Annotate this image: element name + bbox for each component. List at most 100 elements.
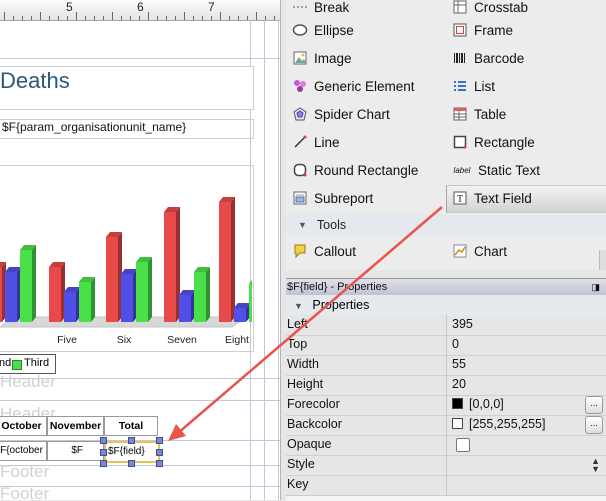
property-value[interactable]: [0,0,0] [452,397,504,411]
horizontal-ruler: 5 6 7 [0,0,280,21]
chart-bar [5,272,17,322]
ruler-tick [256,12,257,20]
resize-handle[interactable] [156,437,163,444]
palette-item-label: Static Text [478,162,541,178]
report-title[interactable]: Deaths [0,68,70,94]
forecolor-value: [0,0,0] [469,397,504,411]
column-divider [446,415,447,435]
palette-item-list[interactable]: List [452,73,495,99]
palette-item-image[interactable]: Image [292,45,352,71]
property-row-backcolor[interactable]: Backcolor [255,255,255] ... [286,415,606,436]
property-row-height[interactable]: Height 20 [286,375,606,396]
palette-item-label: Spider Chart [314,106,390,122]
band-label: Header [0,372,56,391]
palette-item-label: List [474,78,496,94]
view-menu-icon[interactable]: ◨ [591,279,600,295]
chart-icon [452,243,468,259]
palette-scrollbar[interactable] [599,250,606,270]
palette-item-chart[interactable]: Chart [452,238,507,264]
chart-legend: nd Third [0,354,56,374]
properties-section-header[interactable]: ▼ Properties [286,295,606,315]
ruler-number: 7 [208,0,215,14]
chart-bar [136,262,148,322]
column-divider [446,355,447,375]
ellipse-icon [292,22,308,38]
palette-item-label: Image [314,50,352,66]
palette-group-tools[interactable]: ▼ Tools [286,214,606,236]
chart-bar [219,202,231,322]
report-designer-canvas[interactable]: 5 6 7 Deaths $F{param_organisationunit_n… [0,0,281,500]
table-header-october[interactable]: October [0,416,47,436]
frame-icon [452,22,468,38]
palette-item-generic-element[interactable]: Generic Element [292,73,415,99]
property-row-left[interactable]: Left 395 [286,315,606,336]
collapse-triangle-icon: ▼ [294,301,303,311]
chart-bar [249,284,252,322]
palette-item-text-field[interactable]: T Text Field [452,185,532,211]
property-row-key[interactable]: Key [286,475,606,496]
ruler-tick [238,16,239,20]
table-header-november[interactable]: November [47,416,104,436]
palette-item-subreport[interactable]: Subreport [292,185,373,211]
color-picker-button[interactable]: ... [585,396,603,414]
property-name: Opaque [287,437,332,451]
ruler-tick [175,16,176,20]
palette-item-ellipse[interactable]: Ellipse [292,17,354,43]
x-tick-label: Eight [225,334,249,346]
palette-item-rectangle[interactable]: Rectangle [452,129,535,155]
property-row-width[interactable]: Width 55 [286,355,606,376]
property-value[interactable]: 55 [452,357,466,371]
svg-text:T: T [457,194,463,205]
resize-handle[interactable] [128,437,135,444]
property-row-opaque[interactable]: Opaque [286,435,606,456]
palette-item-label: Break [314,0,350,15]
resize-handle[interactable] [100,437,107,444]
margin-guide [278,20,279,500]
band-separator [0,58,280,59]
ruler-tick [31,16,32,20]
ruler-tick [157,16,158,20]
bar-chart[interactable]: Five Six Seven Eight [0,165,252,350]
palette-item-frame[interactable]: Frame [452,17,513,43]
palette-item-table[interactable]: Table [452,101,506,127]
column-divider [446,375,447,395]
chart-bar-side [148,257,152,322]
ruler-tick [274,16,275,20]
resize-handle[interactable] [128,460,135,467]
table-cell-october[interactable]: F{october [0,441,47,461]
column-divider [446,395,447,415]
color-picker-button[interactable]: ... [585,416,603,434]
palette-item-callout[interactable]: Callout [292,238,356,264]
opaque-checkbox[interactable] [456,438,470,452]
property-row-forecolor[interactable]: Forecolor [0,0,0] ... [286,395,606,416]
property-name: Left [287,317,308,331]
resize-handle[interactable] [156,449,163,456]
resize-handle[interactable] [156,460,163,467]
property-value[interactable]: 395 [452,317,473,331]
ruler-tick [94,16,95,20]
property-value[interactable]: [255,255,255] [452,417,545,431]
resize-handle[interactable] [100,460,107,467]
chart-bar-side [206,267,210,322]
param-organisationunit-field[interactable]: $F{param_organisationunit_name} [2,120,186,134]
column-divider [446,335,447,355]
property-row-top[interactable]: Top 0 [286,335,606,356]
palette-item-label: Chart [474,243,508,259]
ruler-tick [193,16,194,20]
palette-item-barcode[interactable]: Barcode [452,45,524,71]
text-field-icon: T [452,190,468,206]
palette-item-line[interactable]: Line [292,129,340,155]
palette-item-spider-chart[interactable]: Spider Chart [292,101,390,127]
table-cell-november[interactable]: $F [47,441,104,461]
band-separator [0,400,280,401]
chart-bar-side [32,245,36,322]
property-row-style[interactable]: Style ▲ ▼ [286,455,606,476]
property-value[interactable]: 0 [452,337,459,351]
table-header-total[interactable]: Total [104,416,158,436]
resize-handle[interactable] [100,449,107,456]
palette-item-round-rectangle[interactable]: Round Rectangle [292,157,418,183]
ruler-tick [49,16,50,20]
dropdown-arrows-icon[interactable]: ▲ ▼ [591,457,600,474]
property-value[interactable]: 20 [452,377,466,391]
palette-item-static-text[interactable]: label Static Text [452,157,540,183]
